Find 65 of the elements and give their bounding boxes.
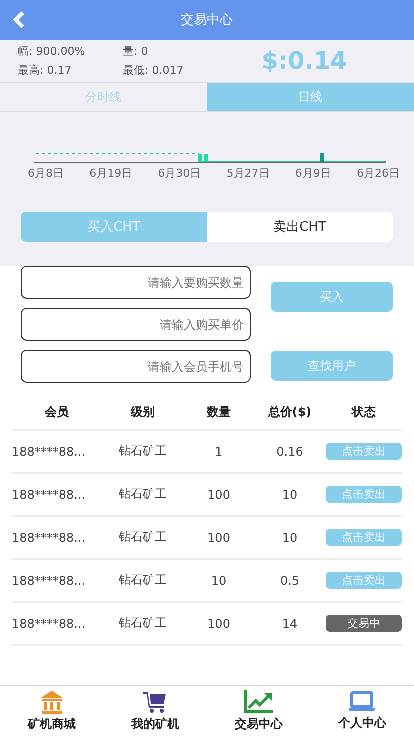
quantity-cell-text: 1 <box>214 444 224 458</box>
sell-button[interactable]: 点击卖出 <box>326 443 402 460</box>
trade-tab[interactable]: 买入CHT <box>21 212 207 242</box>
member-cell-text: 188****88... <box>12 530 87 544</box>
nav-label: 个人中心 <box>338 715 386 732</box>
quantity-cell-text: 10 <box>210 574 228 588</box>
level-cell-text: 钻石矿工 <box>118 529 168 546</box>
back-icon[interactable] <box>12 11 26 29</box>
laptop-icon <box>348 691 376 713</box>
input-field[interactable]: 请输入要购买数量 <box>21 266 251 299</box>
sell-button[interactable]: 点击卖出 <box>326 572 402 589</box>
nav-label: 我的矿机 <box>131 716 180 733</box>
stat-text: 幅: 900.00% <box>18 44 86 59</box>
price-text: $:0.14 <box>260 47 348 75</box>
buy-button[interactable]: 买入 <box>271 282 393 312</box>
quantity-cell-text: 100 <box>206 616 232 630</box>
input-field[interactable]: 请输入购买单价 <box>21 308 251 341</box>
date-label: 6月30日 <box>158 166 202 181</box>
bank-icon <box>38 690 65 714</box>
column-header: 级别 <box>130 404 156 420</box>
trading-status[interactable]: 交易中 <box>326 615 402 632</box>
total-cell-text: 14 <box>281 616 299 630</box>
date-label: 6月8日 <box>28 166 64 181</box>
member-cell-text: 188****88... <box>12 574 87 588</box>
date-label: 6月19日 <box>90 166 133 181</box>
member-cell-text: 188****88... <box>12 488 87 502</box>
nav-item[interactable]: 个人中心 <box>310 686 414 737</box>
nav-label: 矿机商城 <box>28 716 76 733</box>
level-cell-text: 钻石矿工 <box>118 615 168 632</box>
level-cell-text: 钻石矿工 <box>118 443 168 460</box>
member-cell-text: 188****88... <box>12 616 87 630</box>
column-header: 数量 <box>206 404 232 420</box>
total-cell-text: 0.16 <box>276 444 304 458</box>
chart-tab[interactable]: 日线 <box>207 83 414 111</box>
find-user-button[interactable]: 查找用户 <box>271 351 393 381</box>
date-label: 6月26日 <box>356 166 400 181</box>
nav-label: 交易中心 <box>234 716 283 733</box>
date-label: 6月9日 <box>295 166 332 181</box>
trend-chart-icon <box>244 690 274 714</box>
column-header: 状态 <box>350 404 377 420</box>
candle-bar <box>320 153 324 162</box>
column-header: 总价($) <box>267 404 313 420</box>
sell-button[interactable]: 点击卖出 <box>326 529 402 546</box>
candle-bar <box>204 154 208 162</box>
level-cell-text: 钻石矿工 <box>118 572 168 589</box>
total-cell-text: 10 <box>281 488 299 502</box>
column-header: 会员 <box>44 404 70 420</box>
nav-item[interactable]: 矿机商城 <box>0 686 104 737</box>
date-label: 5月27日 <box>226 166 270 181</box>
stat-text: 最高: 0.17 <box>18 63 73 78</box>
total-cell-text: 10 <box>281 530 299 544</box>
nav-item[interactable]: 交易中心 <box>207 686 310 737</box>
nav-item[interactable]: 我的矿机 <box>104 686 207 737</box>
sell-button[interactable]: 点击卖出 <box>326 486 402 503</box>
member-cell-text: 188****88... <box>12 444 87 458</box>
quantity-cell-text: 100 <box>206 488 232 502</box>
stat-text: 量: 0 <box>123 44 150 59</box>
quantity-cell-text: 100 <box>206 530 232 544</box>
level-cell-text: 钻石矿工 <box>118 486 168 503</box>
cart-icon <box>142 690 168 714</box>
stat-text: 最低: 0.017 <box>123 63 185 78</box>
page-title: 交易中心 <box>181 12 233 29</box>
total-cell-text: 0.5 <box>279 574 301 588</box>
candle-bar <box>198 154 202 162</box>
input-field[interactable]: 请输入会员手机号 <box>21 350 251 383</box>
